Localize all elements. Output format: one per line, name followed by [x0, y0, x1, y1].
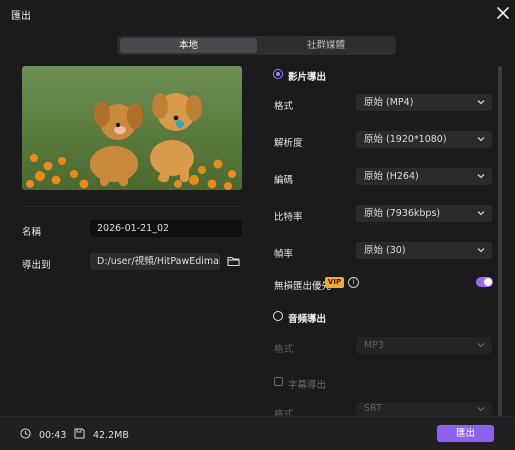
chevron-down-icon	[477, 211, 485, 216]
export-to-label: 導出到	[22, 260, 51, 271]
clock-icon	[20, 428, 31, 439]
audio-export-title: 音頻導出	[288, 314, 327, 325]
subtitle-format-select[interactable]: SRT	[356, 402, 492, 416]
save-icon	[74, 428, 85, 439]
bitrate-label: 比特率	[274, 212, 303, 223]
name-label: 名稱	[22, 227, 42, 238]
resolution-select[interactable]: 原始 (1920*1080)	[356, 131, 492, 148]
vip-badge: VIP	[325, 277, 344, 288]
framerate-select[interactable]: 原始 (30)	[356, 242, 492, 259]
chevron-down-icon	[477, 100, 485, 105]
format-value: 原始 (MP4)	[364, 97, 414, 108]
subtitle-export-label: 字幕導出	[288, 380, 327, 391]
audio-export-radio[interactable]	[273, 311, 283, 321]
audio-format-select[interactable]: MP3	[356, 337, 492, 354]
subtitle-export-checkbox[interactable]	[274, 377, 283, 386]
close-icon[interactable]	[495, 5, 511, 21]
export-path-field[interactable]: D:/user/視頻/HitPawEdimakor	[90, 253, 220, 270]
lossless-export-label: 無損匯出優先	[274, 281, 332, 292]
divider	[22, 206, 242, 207]
bitrate-value: 原始 (7936kbps)	[364, 208, 441, 219]
footer-bar: 00:43 42.2MB 匯出	[0, 416, 515, 450]
tab-social-media[interactable]: 社群媒體	[259, 38, 393, 53]
export-button[interactable]: 匯出	[437, 425, 494, 442]
video-export-radio[interactable]	[273, 69, 283, 79]
codec-select[interactable]: 原始 (H264)	[356, 168, 492, 185]
lossless-export-toggle[interactable]	[476, 277, 493, 287]
video-export-title: 影片導出	[288, 72, 327, 83]
resolution-label: 解析度	[274, 138, 303, 149]
title-bar: 匯出	[0, 0, 515, 26]
audio-format-label: 格式	[274, 344, 294, 355]
chevron-down-icon	[477, 407, 485, 412]
bitrate-select[interactable]: 原始 (7936kbps)	[356, 205, 492, 222]
name-input[interactable]: 2026-01-21_02	[90, 220, 242, 237]
chevron-down-icon	[477, 343, 485, 348]
chevron-down-icon	[477, 248, 485, 253]
chevron-down-icon	[477, 137, 485, 142]
video-preview-thumbnail	[22, 66, 242, 190]
tab-local[interactable]: 本地	[120, 38, 257, 53]
window-title: 匯出	[11, 11, 31, 22]
tab-bar: 本地 社群媒體	[117, 36, 396, 55]
info-icon[interactable]: i	[348, 277, 359, 288]
audio-format-value: MP3	[364, 340, 384, 351]
settings-scrollbar[interactable]	[498, 66, 502, 419]
file-size-text: 42.2MB	[93, 430, 129, 441]
chevron-down-icon	[477, 174, 485, 179]
framerate-label: 幀率	[274, 249, 294, 260]
codec-value: 原始 (H264)	[364, 171, 419, 182]
subtitle-format-value: SRT	[364, 403, 382, 414]
format-select[interactable]: 原始 (MP4)	[356, 94, 492, 111]
format-label: 格式	[274, 101, 294, 112]
framerate-value: 原始 (30)	[364, 245, 406, 256]
duration-text: 00:43	[39, 430, 67, 441]
resolution-value: 原始 (1920*1080)	[364, 134, 447, 145]
codec-label: 編碼	[274, 175, 294, 186]
folder-icon[interactable]	[227, 255, 240, 267]
